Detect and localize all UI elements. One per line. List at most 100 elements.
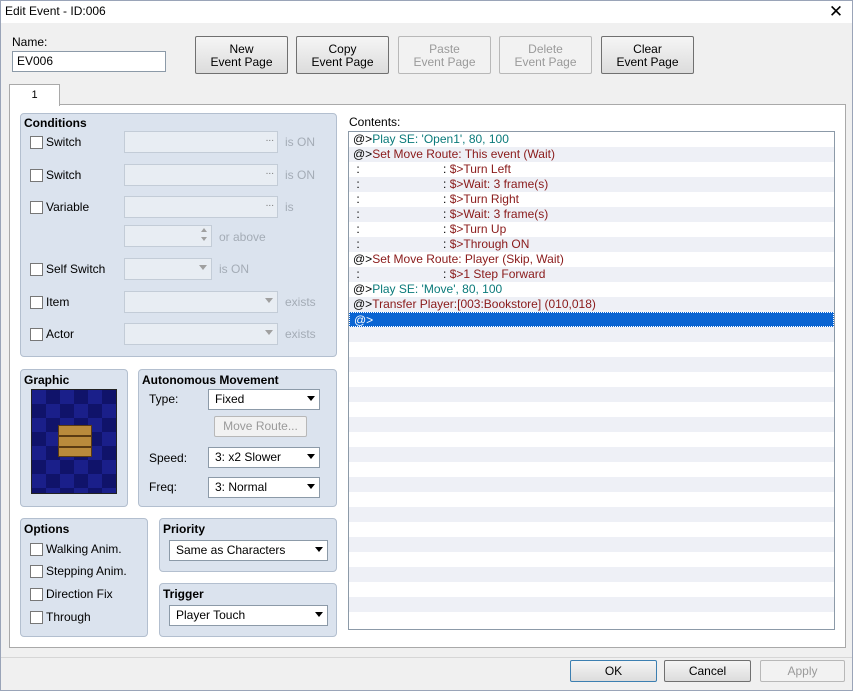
speed-select-value: 3: x2 Slower — [215, 450, 282, 464]
apply-button[interactable]: Apply — [760, 660, 845, 682]
window-title: Edit Event - ID:006 — [5, 4, 106, 18]
tab-page-1[interactable]: 1 — [9, 84, 60, 106]
stepper-down-icon[interactable] — [201, 237, 207, 241]
command-line[interactable]: : : $>Turn Right — [349, 192, 834, 207]
new-event-page-line2: Event Page — [210, 55, 273, 69]
chevron-down-icon — [315, 612, 323, 617]
speed-select[interactable]: 3: x2 Slower — [208, 447, 320, 468]
command-prefix: : : — [353, 162, 450, 176]
copy-event-page-button[interactable]: Copy Event Page — [296, 36, 389, 74]
through-checkbox[interactable] — [30, 611, 43, 624]
empty-line — [349, 507, 834, 522]
graphic-title: Graphic — [24, 373, 70, 387]
switch1-field[interactable]: ... — [124, 131, 278, 153]
empty-line — [349, 357, 834, 372]
walking-anim-checkbox[interactable] — [30, 543, 43, 556]
command-line[interactable]: : : $>Turn Left — [349, 162, 834, 177]
command-text: $>Wait: 3 frame(s) — [449, 207, 549, 221]
name-input[interactable]: EV006 — [12, 51, 166, 72]
command-text: $>Turn Up — [449, 222, 507, 236]
paste-event-page-button[interactable]: Paste Event Page — [398, 36, 491, 74]
new-event-page-button[interactable]: New Event Page — [195, 36, 288, 74]
item-checkbox[interactable] — [30, 296, 43, 309]
empty-line — [349, 342, 834, 357]
command-line[interactable]: @> — [349, 312, 834, 327]
command-line[interactable]: @>Play SE: 'Open1', 80, 100 — [349, 132, 834, 147]
empty-line — [349, 597, 834, 612]
switch1-checkbox[interactable] — [30, 136, 43, 149]
item-label: Item — [46, 295, 70, 309]
command-line[interactable]: @>Play SE: 'Move', 80, 100 — [349, 282, 834, 297]
variable-checkbox[interactable] — [30, 201, 43, 214]
move-route-button[interactable]: Move Route... — [214, 416, 307, 437]
close-icon[interactable]: ✕ — [826, 2, 846, 22]
stepping-anim-checkbox[interactable] — [30, 565, 43, 578]
delete-event-page-button[interactable]: Delete Event Page — [499, 36, 592, 74]
command-prefix: : : — [353, 237, 450, 251]
command-line[interactable]: @>Transfer Player:[003:Bookstore] (010,0… — [349, 297, 834, 312]
priority-title: Priority — [163, 522, 206, 536]
switch2-checkbox[interactable] — [30, 169, 43, 182]
graphic-preview[interactable] — [31, 389, 117, 494]
conditions-title: Conditions — [24, 116, 87, 130]
empty-line — [349, 537, 834, 552]
command-text: $>1 Step Forward — [449, 267, 546, 281]
chevron-down-icon — [199, 265, 207, 270]
priority-select-value: Same as Characters — [176, 543, 286, 557]
priority-select[interactable]: Same as Characters — [169, 540, 328, 561]
trigger-select-value: Player Touch — [176, 608, 246, 622]
switch1-is-on: is ON — [285, 135, 315, 149]
command-text: Set Move Route: Player (Skip, Wait) — [372, 252, 564, 266]
edit-event-window: Edit Event - ID:006 ✕ Name: EV006 New Ev… — [0, 0, 853, 691]
trigger-title: Trigger — [163, 587, 204, 601]
empty-line — [349, 582, 834, 597]
trigger-select[interactable]: Player Touch — [169, 605, 328, 626]
empty-line — [349, 522, 834, 537]
command-prefix: : : — [353, 267, 450, 281]
command-line[interactable]: : : $>Wait: 3 frame(s) — [349, 177, 834, 192]
command-text: $>Turn Right — [449, 192, 519, 206]
switch2-field[interactable]: ... — [124, 164, 278, 186]
switch2-label: Switch — [46, 168, 82, 182]
direction-fix-label: Direction Fix — [46, 587, 113, 601]
copy-event-page-line2: Event Page — [311, 55, 374, 69]
cancel-button[interactable]: Cancel — [664, 660, 751, 682]
stepper-up-icon[interactable] — [201, 228, 207, 232]
actor-select[interactable] — [124, 323, 278, 345]
command-line[interactable]: : : $>1 Step Forward — [349, 267, 834, 282]
command-line[interactable]: : : $>Through ON — [349, 237, 834, 252]
variable-field[interactable]: ... — [124, 196, 278, 218]
command-line[interactable]: @>Set Move Route: Player (Skip, Wait) — [349, 252, 834, 267]
ok-button[interactable]: OK — [570, 660, 657, 682]
command-line[interactable]: : : $>Turn Up — [349, 222, 834, 237]
through-label: Through — [46, 610, 91, 624]
item-select[interactable] — [124, 291, 278, 313]
chevron-down-icon — [307, 484, 315, 489]
direction-fix-checkbox[interactable] — [30, 588, 43, 601]
self-switch-checkbox[interactable] — [30, 263, 43, 276]
speed-label: Speed: — [149, 451, 188, 465]
command-prefix: : : — [353, 222, 450, 236]
empty-line — [349, 477, 834, 492]
type-select-value: Fixed — [215, 392, 245, 406]
empty-line — [349, 492, 834, 507]
name-label: Name: — [12, 35, 48, 49]
command-prefix: @> — [354, 313, 374, 327]
variable-value-stepper[interactable] — [124, 225, 212, 247]
stepping-anim-label: Stepping Anim. — [46, 564, 127, 578]
command-line[interactable]: @>Set Move Route: This event (Wait) — [349, 147, 834, 162]
actor-checkbox[interactable] — [30, 328, 43, 341]
command-prefix: : : — [353, 177, 450, 191]
type-select[interactable]: Fixed — [208, 389, 320, 410]
command-line[interactable]: : : $>Wait: 3 frame(s) — [349, 207, 834, 222]
command-text: Play SE: 'Open1', 80, 100 — [372, 132, 509, 146]
paste-event-page-line2: Event Page — [413, 55, 476, 69]
self-switch-select[interactable] — [124, 258, 212, 280]
self-switch-is-on: is ON — [219, 262, 249, 276]
clear-event-page-button[interactable]: Clear Event Page — [601, 36, 694, 74]
command-prefix: : : — [353, 192, 450, 206]
freq-select[interactable]: 3: Normal — [208, 477, 320, 498]
options-title: Options — [24, 522, 70, 536]
contents-list[interactable]: @>Play SE: 'Open1', 80, 100 @>Set Move Ro… — [348, 131, 835, 630]
empty-line — [349, 462, 834, 477]
